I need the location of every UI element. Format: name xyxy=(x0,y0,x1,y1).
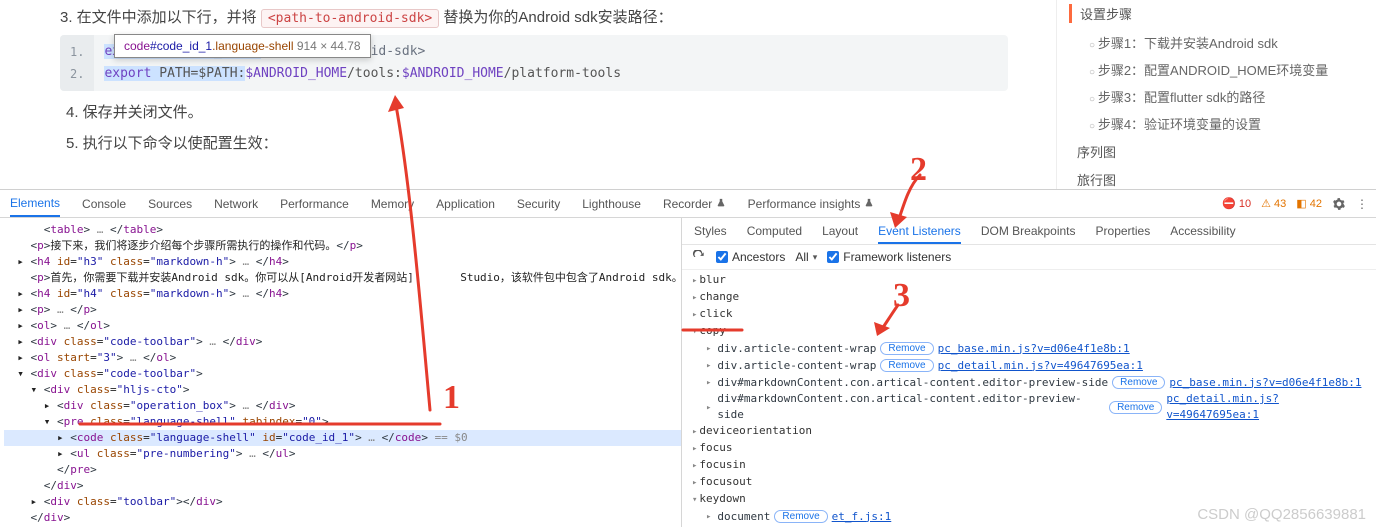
source-link[interactable]: pc_base.min.js?v=d06e4f1e8b:1 xyxy=(1169,375,1361,391)
toc-item[interactable]: 步骤2：配置ANDROID_HOME环境变量 xyxy=(1089,56,1366,83)
step-5: 5. 执行以下命令以使配置生效： xyxy=(60,132,1036,153)
listener-change[interactable]: change xyxy=(688,289,1370,306)
remove-button[interactable]: Remove xyxy=(880,359,933,372)
source-link[interactable]: pc_detail.min.js?v=49647695ea:1 xyxy=(938,358,1143,374)
subtab-computed[interactable]: Computed xyxy=(747,224,802,238)
tab-network[interactable]: Network xyxy=(214,197,258,211)
issues-badge[interactable]: ◧ 42 xyxy=(1296,197,1322,210)
error-badge[interactable]: ⛔ 10 xyxy=(1222,197,1251,210)
remove-button[interactable]: Remove xyxy=(1109,401,1162,414)
flask-icon xyxy=(864,198,874,208)
source-link[interactable]: pc_base.min.js?v=d06e4f1e8b:1 xyxy=(938,341,1130,357)
step3-suffix: 替换为你的Android sdk安装路径： xyxy=(443,9,672,26)
toc-item[interactable]: 步骤4：验证环境变量的设置 xyxy=(1089,110,1366,137)
flask-icon xyxy=(716,198,726,208)
inline-code: <path-to-android-sdk> xyxy=(261,9,439,28)
toc-group[interactable]: 旅行图 xyxy=(1069,165,1366,193)
side-panel: Styles Computed Layout Event Listeners D… xyxy=(681,218,1376,527)
tab-console[interactable]: Console xyxy=(82,197,126,211)
framework-label: Framework listeners xyxy=(843,250,951,264)
step3-prefix: 3. 在文件中添加以下行，并将 xyxy=(60,9,261,26)
toc-group[interactable]: 序列图 xyxy=(1069,137,1366,165)
watermark: CSDN @QQ2856639881 xyxy=(1197,506,1366,523)
tab-lighthouse[interactable]: Lighthouse xyxy=(582,197,641,211)
remove-button[interactable]: Remove xyxy=(1112,376,1165,389)
toc-item[interactable]: 步骤3：配置flutter sdk的路径 xyxy=(1089,83,1366,110)
tab-sources[interactable]: Sources xyxy=(148,197,192,211)
tab-memory[interactable]: Memory xyxy=(371,197,414,211)
subtab-properties[interactable]: Properties xyxy=(1096,224,1151,238)
filter-scope-select[interactable]: All ▾ xyxy=(795,250,817,264)
tab-elements[interactable]: Elements xyxy=(10,196,60,217)
elements-tree[interactable]: <table> … </table> <p>接下来，我们将逐步介绍每个步骤所需执… xyxy=(0,218,681,527)
step-4: 4. 保存并关闭文件。 xyxy=(60,101,1036,122)
listener-focusout[interactable]: focusout xyxy=(688,474,1370,491)
listener-click[interactable]: click xyxy=(688,306,1370,323)
event-listeners-list[interactable]: blur change click copy div.article-conte… xyxy=(682,270,1376,527)
listener-focusin[interactable]: focusin xyxy=(688,457,1370,474)
toc-item[interactable]: 步骤1：下载并安装Android sdk xyxy=(1089,29,1366,56)
devtools-tabbar: Elements Console Sources Network Perform… xyxy=(0,190,1376,218)
tab-performance[interactable]: Performance xyxy=(280,197,349,211)
listener-deviceorientation[interactable]: deviceorientation xyxy=(688,423,1370,440)
element-tooltip: code#code_id_1.language-shell 914 × 44.7… xyxy=(114,34,371,58)
subtab-accessibility[interactable]: Accessibility xyxy=(1170,224,1235,238)
toc-current[interactable]: 设置步骤 xyxy=(1069,4,1366,23)
subtab-event-listeners[interactable]: Event Listeners xyxy=(878,224,961,244)
devtools-panel: Elements Console Sources Network Perform… xyxy=(0,190,1376,527)
ancestors-checkbox[interactable] xyxy=(716,251,728,263)
step-3: 3. 在文件中添加以下行，并将 <path-to-android-sdk> 替换… xyxy=(60,6,1036,27)
listener-copy[interactable]: copy xyxy=(688,323,1370,340)
subtab-dom-breakpoints[interactable]: DOM Breakpoints xyxy=(981,224,1076,238)
remove-button[interactable]: Remove xyxy=(880,342,933,355)
refresh-icon[interactable] xyxy=(692,250,706,264)
listener-filter-bar: Ancestors All ▾ Framework listeners xyxy=(682,245,1376,270)
gear-icon[interactable] xyxy=(1332,197,1346,211)
warning-badge[interactable]: ⚠ 43 xyxy=(1261,197,1286,210)
source-link[interactable]: et_f.js:1 xyxy=(832,509,892,525)
subtab-layout[interactable]: Layout xyxy=(822,224,858,238)
toc-sidebar: 设置步骤 步骤1：下载并安装Android sdk 步骤2：配置ANDROID_… xyxy=(1056,0,1376,189)
tab-application[interactable]: Application xyxy=(436,197,495,211)
tab-security[interactable]: Security xyxy=(517,197,560,211)
listener-blur[interactable]: blur xyxy=(688,272,1370,289)
side-subtabs: Styles Computed Layout Event Listeners D… xyxy=(682,218,1376,245)
listener-focus[interactable]: focus xyxy=(688,440,1370,457)
ancestors-label: Ancestors xyxy=(732,250,785,264)
framework-checkbox[interactable] xyxy=(827,251,839,263)
line-gutter: 1.2. xyxy=(60,35,94,91)
more-icon[interactable]: ⋮ xyxy=(1356,197,1368,211)
tab-perf-insights[interactable]: Performance insights xyxy=(748,197,874,211)
article-content: 3. 在文件中添加以下行，并将 <path-to-android-sdk> 替换… xyxy=(0,0,1056,189)
source-link[interactable]: pc_detail.min.js?v=49647695ea:1 xyxy=(1166,391,1370,423)
tab-recorder[interactable]: Recorder xyxy=(663,197,726,211)
remove-button[interactable]: Remove xyxy=(774,510,827,523)
subtab-styles[interactable]: Styles xyxy=(694,224,727,238)
